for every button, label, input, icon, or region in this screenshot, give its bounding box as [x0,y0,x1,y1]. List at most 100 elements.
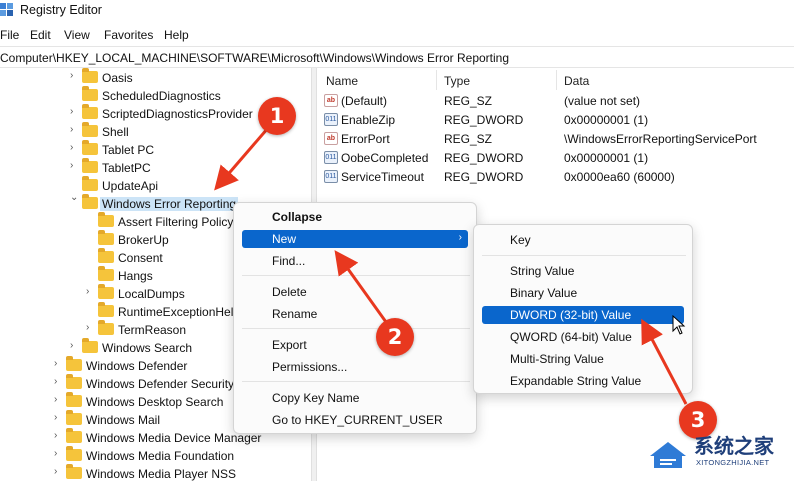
submenu-item-expandable-string-value[interactable]: Expandable String Value [478,372,688,390]
tree-item[interactable]: › Tablet PC [0,140,310,159]
submenu-item-string-value[interactable]: String Value [478,262,688,280]
value-row[interactable]: 011 OobeCompleted REG_DWORD 0x00000001 (1) [318,149,794,168]
menu-item-collapse[interactable]: Collapse [238,208,472,226]
column-divider[interactable] [436,70,437,90]
menu-item-delete[interactable]: Delete [238,283,472,301]
submenu-item-multi-string-value[interactable]: Multi-String Value [478,350,688,368]
address-path[interactable]: Computer\HKEY_LOCAL_MACHINE\SOFTWARE\Mic… [0,51,509,65]
tree-item[interactable]: › TabletPC [0,158,310,177]
submenu-item-dword-value[interactable]: DWORD (32-bit) Value [482,306,684,324]
menu-edit[interactable]: Edit [30,28,51,42]
chevron-right-icon[interactable]: › [70,142,80,153]
tree-item[interactable]: › Windows Media Foundation [0,446,310,465]
tree-item-label: Hangs [118,269,153,283]
folder-icon [98,266,114,281]
menu-item-goto-hkcu[interactable]: Go to HKEY_CURRENT_USER [238,411,472,429]
chevron-right-icon[interactable]: › [70,160,80,171]
menu-view[interactable]: View [64,28,90,42]
menu-item-copy-key-name[interactable]: Copy Key Name [238,389,472,407]
chevron-right-icon[interactable]: › [86,286,96,297]
chevron-right-icon[interactable]: › [70,340,80,351]
folder-icon [82,104,98,119]
menu-item-label: Delete [272,285,307,299]
chevron-right-icon[interactable]: › [54,430,64,441]
chevron-right-icon[interactable]: › [54,466,64,477]
folder-icon [98,284,114,299]
tree-item-label: Consent [118,251,163,265]
menu-item-label: QWORD (64-bit) Value [510,330,632,344]
folder-icon [82,158,98,173]
menu-file[interactable]: File [0,28,19,42]
folder-icon [82,140,98,155]
folder-icon [98,320,114,335]
tree-item-label: Tablet PC [102,143,155,157]
chevron-right-icon[interactable]: › [86,322,96,333]
menu-item-label: Go to HKEY_CURRENT_USER [272,413,443,427]
step-2-badge: 2 [376,318,414,356]
value-row[interactable]: ab ErrorPort REG_SZ \WindowsErrorReportingS… [318,130,794,149]
value-row[interactable]: 011 EnableZip REG_DWORD 0x00000001 (1) [318,111,794,130]
value-type: REG_DWORD [444,151,524,165]
menu-bar: File Edit View Favorites Help [0,24,794,44]
menu-favorites[interactable]: Favorites [104,28,153,42]
binary-value-icon: 011 [324,113,338,126]
menu-help[interactable]: Help [164,28,189,42]
menu-item-label: Copy Key Name [272,391,360,405]
tree-item[interactable]: › Windows Media Player NSS [0,464,310,481]
tree-item[interactable]: › Oasis [0,68,310,87]
menu-item-label: Binary Value [510,286,578,300]
menu-item-label: Expandable String Value [510,374,642,388]
menu-item-rename[interactable]: Rename [238,305,472,323]
value-row[interactable]: 011 ServiceTimeout REG_DWORD 0x0000ea60 (60… [318,168,794,187]
submenu-item-binary-value[interactable]: Binary Value [478,284,688,302]
chevron-right-icon: › [458,232,462,243]
chevron-right-icon[interactable]: › [54,376,64,387]
submenu-item-key[interactable]: Key [478,231,688,249]
chevron-right-icon[interactable]: › [54,448,64,459]
column-type-header[interactable]: Type [444,74,470,88]
tree-item-label: TermReason [118,323,187,337]
address-bar[interactable]: Computer\HKEY_LOCAL_MACHINE\SOFTWARE\Mic… [0,46,794,68]
folder-icon [66,392,82,407]
binary-value-icon: 011 [324,151,338,164]
folder-icon [82,176,98,191]
value-row[interactable]: ab (Default) REG_SZ (value not set) [318,92,794,111]
chevron-right-icon[interactable]: › [70,106,80,117]
menu-item-export[interactable]: Export [238,336,472,354]
registry-editor-icon [0,3,13,16]
column-name-header[interactable]: Name [326,74,358,88]
folder-icon [82,194,98,209]
folder-icon [98,302,114,317]
value-type: REG_SZ [444,94,493,108]
chevron-right-icon[interactable]: › [54,358,64,369]
value-name: (Default) [341,94,388,108]
menu-item-label: Multi-String Value [510,352,604,366]
folder-icon [66,446,82,461]
chevron-right-icon[interactable]: › [54,394,64,405]
submenu-item-qword-value[interactable]: QWORD (64-bit) Value [478,328,688,346]
value-name: ErrorPort [341,132,390,146]
tree-item-label: Windows Error Reporting [100,197,239,211]
chevron-right-icon[interactable]: › [70,70,80,81]
folder-icon [66,464,82,479]
tree-item-label: Windows Mail [86,413,161,427]
folder-icon [98,248,114,263]
column-divider[interactable] [556,70,557,90]
menu-separator [242,275,470,276]
menu-item-label: Permissions... [272,360,348,374]
chevron-right-icon[interactable]: › [54,412,64,423]
column-data-header[interactable]: Data [564,74,589,88]
tree-item[interactable]: UpdateApi [0,176,310,195]
value-name: EnableZip [341,113,396,127]
menu-item-find[interactable]: Find... [238,252,472,270]
tree-item-label: TabletPC [102,161,151,175]
folder-icon [66,374,82,389]
menu-item-label: Export [272,338,307,352]
chevron-right-icon[interactable]: › [70,124,80,135]
menu-item-permissions[interactable]: Permissions... [238,358,472,376]
menu-item-new[interactable]: New › [242,230,468,248]
context-menu: Collapse New › Find... Delete Rename Expo… [233,202,477,434]
chevron-down-icon[interactable]: ⌄ [70,192,80,203]
folder-icon [98,230,114,245]
value-data: 0x00000001 (1) [564,151,649,165]
